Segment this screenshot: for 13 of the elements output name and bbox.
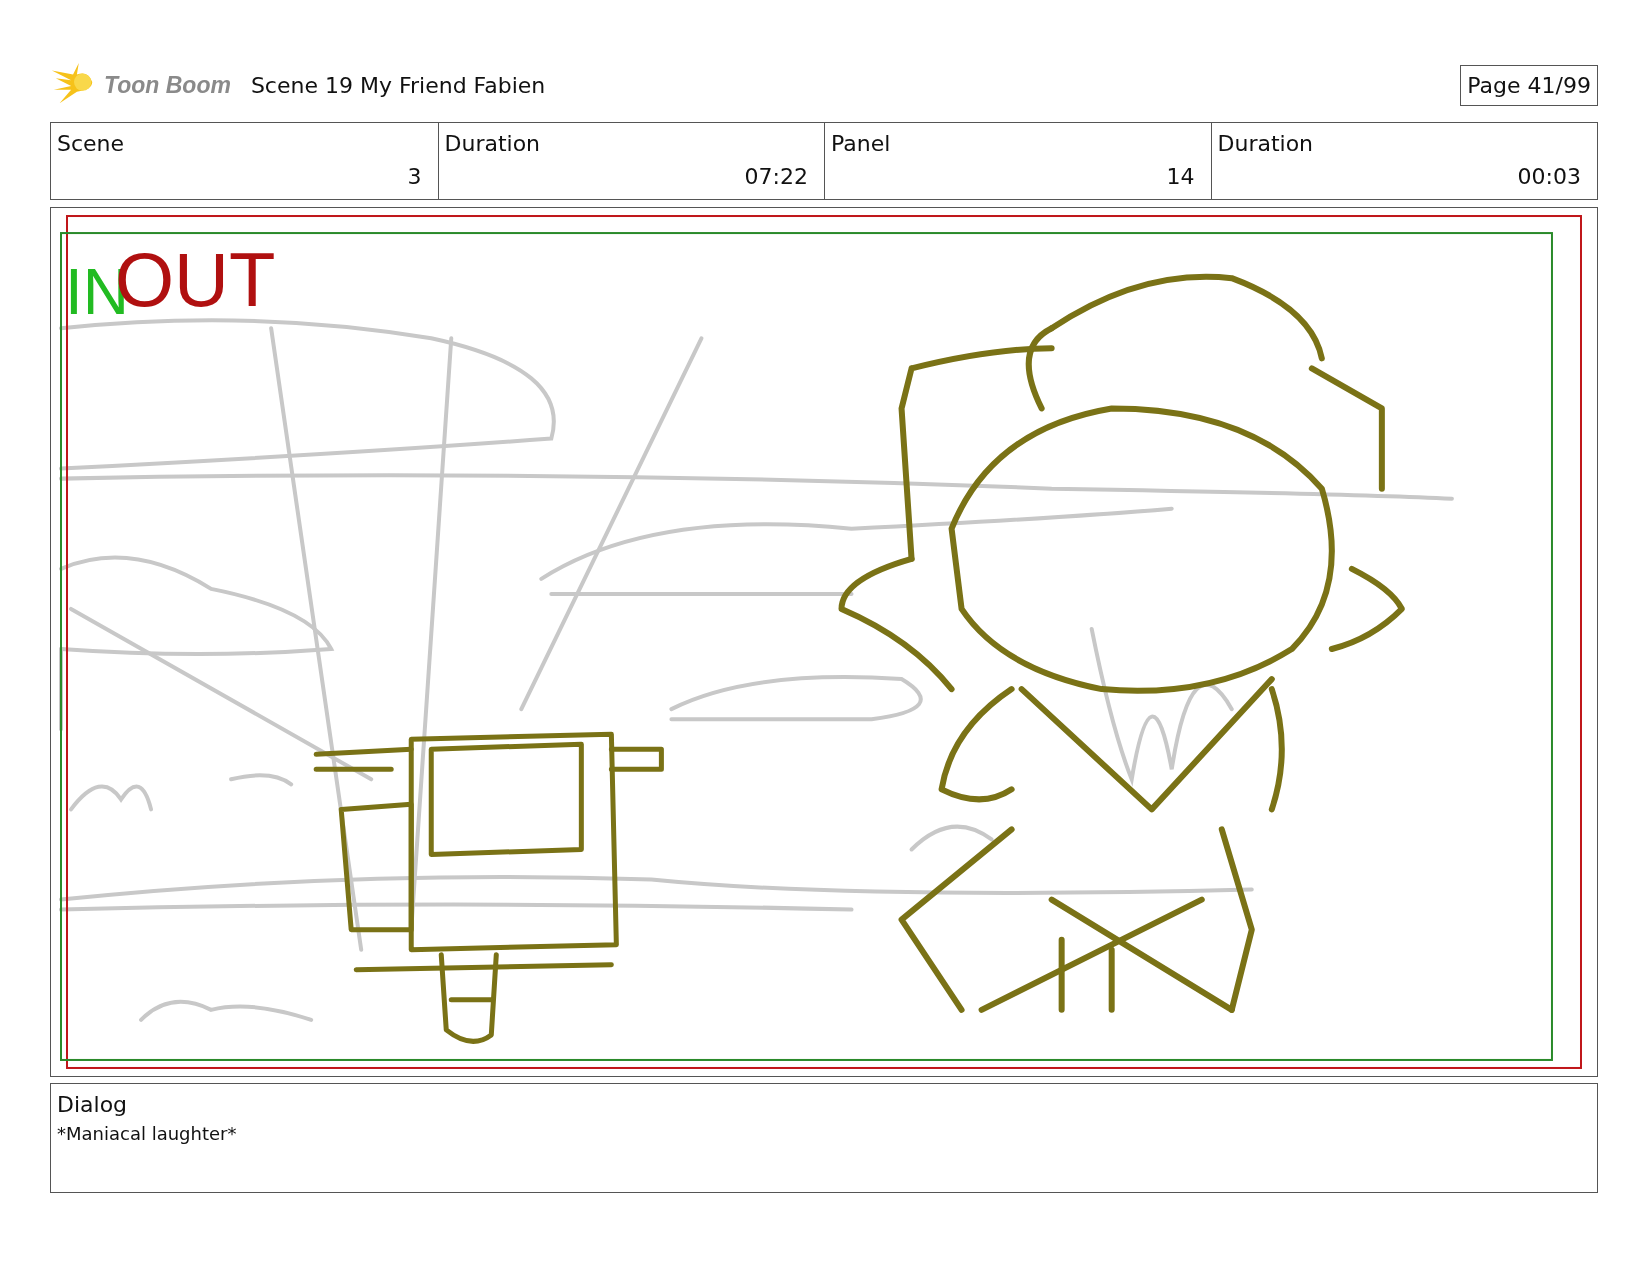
dialog-label: Dialog <box>57 1092 129 1117</box>
field-label: Scene <box>57 131 126 156</box>
field-label: Duration <box>1217 131 1315 156</box>
scene-title: Scene 19 My Friend Fabien <box>250 72 546 98</box>
field-value: 07:22 <box>744 164 808 189</box>
field-value: 3 <box>407 164 422 189</box>
field-label: Duration <box>444 131 542 156</box>
field-label: Panel <box>831 131 892 156</box>
dialog-text: *Maniacal laughter* <box>57 1123 238 1144</box>
page-number: Page 41/99 <box>1460 64 1598 106</box>
field-value: 00:03 <box>1517 164 1581 189</box>
field-value: 14 <box>1166 164 1195 189</box>
logo-text: Toon Boom <box>104 71 231 99</box>
